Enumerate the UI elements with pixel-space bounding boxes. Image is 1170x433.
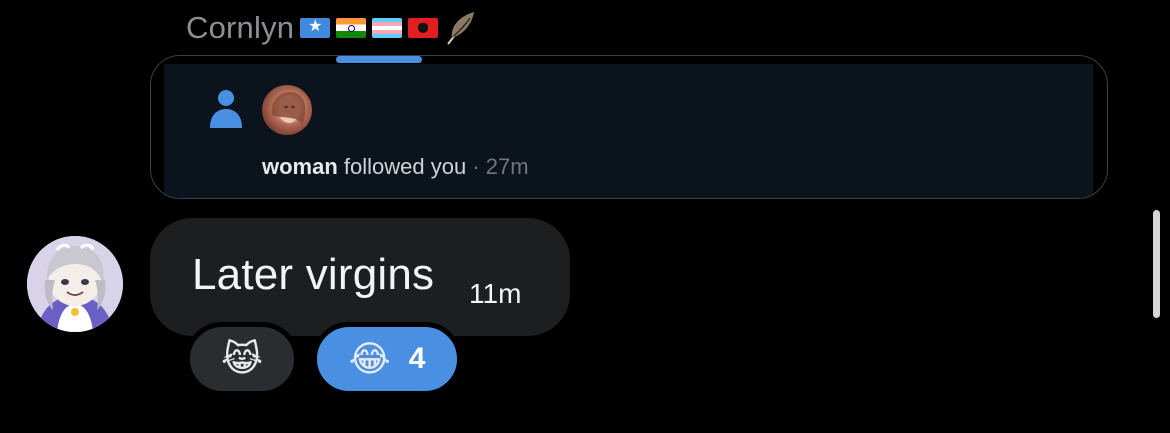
notification-action: followed you [337,154,467,179]
active-tab-indicator [336,56,422,63]
person-icon [210,90,242,128]
sender-name[interactable]: Cornlyn [186,10,294,46]
message-text: Later virgins [192,250,435,299]
cat-tears-of-joy-icon: 😹 [220,338,264,379]
scrollbar[interactable] [1153,210,1160,318]
transgender-flag-icon [372,18,403,38]
somalia-flag-icon [300,18,331,38]
notification-time: · 27m [466,154,529,179]
notification-text: woman followed you · 27m [262,154,529,180]
reaction-tears-of-joy-button[interactable]: 😂 4 [312,322,462,396]
message-time: 11m [469,278,522,309]
india-flag-icon [336,18,367,38]
notification-username[interactable]: woman [262,154,338,179]
sender-avatar[interactable] [27,236,123,332]
albania-flag-icon [408,18,439,38]
tears-of-joy-icon: 😂 [348,338,391,379]
anime-avatar-image [27,236,123,332]
reaction-count: 4 [408,342,426,375]
notification-user-avatar[interactable] [262,85,312,135]
portrait-image [271,91,306,125]
feather-icon [447,12,475,45]
sender-header: Cornlyn [186,6,478,50]
reaction-cat-tears-button[interactable]: 😹 [185,322,299,396]
